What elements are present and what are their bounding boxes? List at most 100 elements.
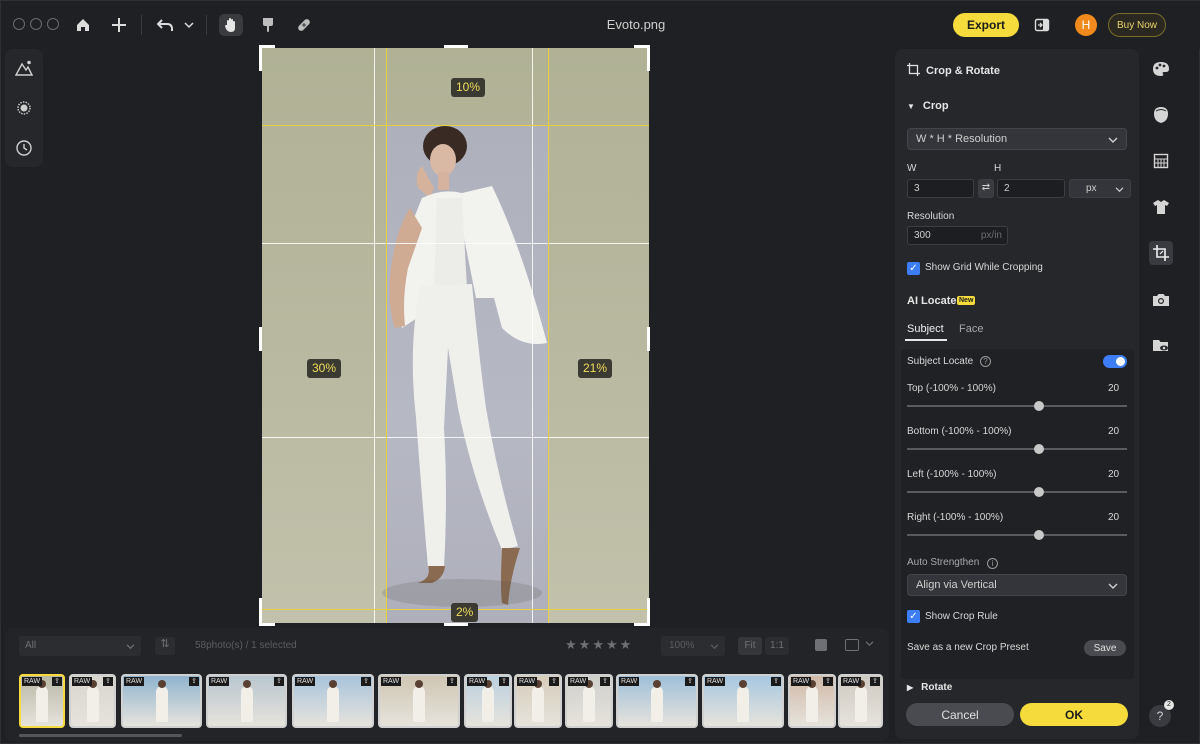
crop-handle-bottom-right[interactable] [647,598,650,624]
tab-subject[interactable]: Subject [907,323,944,335]
sort-icon[interactable]: ⇅ [155,637,175,655]
photo-thumbnail[interactable]: RAW ⇪ [565,674,613,728]
photo-thumbnail[interactable]: RAW ⇪ [464,674,512,728]
compare-view-icon[interactable] [845,639,859,651]
star-icon[interactable]: ★ [579,637,593,652]
toolbar-divider [141,15,142,35]
export-status-icon: ⇪ [600,677,610,686]
history-clock-icon[interactable] [13,137,35,159]
rotate-section-toggle[interactable]: ▶ Rotate [907,682,952,693]
width-input[interactable]: 3 [907,179,974,198]
slider-knob[interactable] [1034,487,1044,497]
clothing-shirt-icon[interactable] [1149,195,1173,219]
crop-handle-right[interactable] [647,327,650,351]
photo-thumbnail[interactable]: RAW ⇪ [378,674,460,728]
undo-history-chevron-icon[interactable] [177,14,201,36]
photo-thumbnail[interactable]: RAW ⇪ [19,674,65,728]
cancel-button[interactable]: Cancel [906,703,1014,726]
adjust-mountain-icon[interactable] [13,57,35,79]
filter-select[interactable]: All [19,636,141,656]
show-grid-checkbox[interactable]: ✓ [907,262,920,275]
slider-knob[interactable] [1034,444,1044,454]
height-input[interactable]: 2 [997,179,1065,198]
ok-button[interactable]: OK [1020,703,1128,726]
info-icon[interactable]: ? [980,356,991,367]
folder-preview-icon[interactable] [1149,333,1173,357]
fit-button[interactable]: Fit [738,637,762,655]
photo-thumbnail[interactable]: RAW ⇪ [121,674,202,728]
align-select[interactable]: Align via Vertical [907,574,1127,596]
palette-icon[interactable] [1149,57,1173,81]
undo-icon[interactable] [153,14,177,36]
close-window-button[interactable] [13,18,25,30]
star-icon[interactable]: ★ [620,637,634,652]
slider-track[interactable] [907,487,1127,497]
raw-badge: RAW [705,677,726,686]
slider-track[interactable] [907,530,1127,540]
crop-preset-select[interactable]: W * H * Resolution [907,128,1127,150]
hand-tool-icon[interactable] [219,14,243,36]
thumbnail-subject-head [242,680,251,688]
photo-thumbnail[interactable]: RAW ⇪ [514,674,562,728]
help-button[interactable]: ? 2 [1149,700,1174,727]
slider-label: Right (-100% - 100%) [907,512,1004,523]
photo-thumbnail[interactable]: RAW ⇪ [292,674,374,728]
crop-handle-bottom[interactable] [444,623,468,626]
camera-icon[interactable] [1149,287,1173,311]
zoom-select[interactable]: 100% [661,636,725,656]
one-to-one-button[interactable]: 1:1 [765,637,789,655]
bandage-tool-icon[interactable] [292,14,316,36]
photo-thumbnail[interactable]: RAW ⇪ [206,674,287,728]
unit-select[interactable]: px [1069,179,1131,198]
user-avatar[interactable]: H [1075,14,1097,36]
raw-badge: RAW [568,677,589,686]
crop-handle-bottom-left[interactable] [259,598,262,624]
swap-dimensions-icon[interactable]: ⇄ [978,179,994,198]
slider-track[interactable] [907,401,1127,411]
photo-thumbnail[interactable]: RAW ⇪ [838,674,883,728]
show-crop-rule-checkbox[interactable]: ✓ [907,610,920,623]
width-label: W [907,163,917,174]
rating-stars[interactable]: ★★★★★ [565,637,633,653]
photo-thumbnail[interactable]: RAW ⇪ [616,674,698,728]
star-icon[interactable]: ★ [565,637,579,652]
buy-now-button[interactable]: Buy Now [1108,13,1166,37]
star-icon[interactable]: ★ [606,637,620,652]
crop-tool-icon[interactable] [1149,241,1173,265]
show-grid-label: Show Grid While Cropping [925,262,1043,273]
slider-knob[interactable] [1034,530,1044,540]
compare-panel-icon[interactable] [1030,14,1054,36]
add-icon[interactable] [107,14,131,36]
filmstrip-scrollbar[interactable] [19,734,182,737]
chevron-down-icon [1115,185,1124,196]
crop-handle-top-left[interactable] [259,45,262,71]
background-grid-icon[interactable] [1149,149,1173,173]
tab-face[interactable]: Face [959,323,983,335]
chevron-down-icon[interactable] [865,638,874,650]
subject-guide-left [386,48,387,623]
photo-thumbnail[interactable]: RAW ⇪ [788,674,836,728]
home-icon[interactable] [71,14,95,36]
minimize-window-button[interactable] [30,18,42,30]
crop-handle-top[interactable] [444,45,468,48]
crop-section-toggle[interactable]: ▼ Crop [907,100,949,112]
thumbnail-subject [854,686,867,722]
crop-handle-top-right[interactable] [647,45,650,71]
info-icon[interactable]: i [987,558,998,569]
export-button[interactable]: Export [953,13,1019,37]
photo-thumbnail[interactable]: RAW ⇪ [702,674,784,728]
resolution-input[interactable]: 300 px/in [907,226,1008,245]
save-preset-button[interactable]: Save [1084,640,1126,656]
brush-tool-icon[interactable] [256,14,280,36]
star-icon[interactable]: ★ [592,637,606,652]
photo-thumbnail[interactable]: RAW ⇪ [69,674,116,728]
effects-burst-icon[interactable] [13,97,35,119]
single-view-icon[interactable] [815,639,827,651]
face-retouch-icon[interactable] [1149,103,1173,127]
slider-track[interactable] [907,444,1127,454]
crop-handle-left[interactable] [259,327,262,351]
slider-knob[interactable] [1034,401,1044,411]
photo-canvas[interactable]: 10% 30% 21% 2% [262,48,649,623]
subject-locate-toggle[interactable] [1103,355,1127,368]
maximize-window-button[interactable] [47,18,59,30]
